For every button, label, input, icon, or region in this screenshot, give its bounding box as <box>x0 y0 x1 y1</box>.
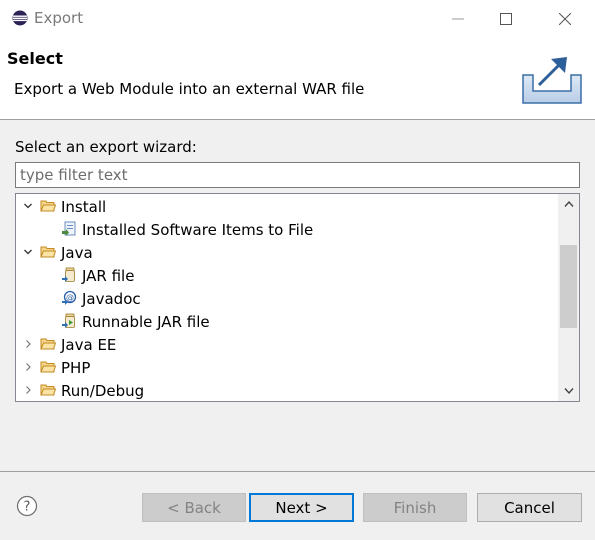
folder-icon <box>40 338 56 350</box>
svg-text:?: ? <box>24 500 31 515</box>
page-description: Export a Web Module into an external WAR… <box>14 80 365 98</box>
export-wizard-label: Select an export wizard: <box>15 138 197 156</box>
scroll-thumb[interactable] <box>560 245 577 328</box>
back-button[interactable]: < Back <box>142 493 246 522</box>
chevron-down-icon[interactable] <box>21 245 35 259</box>
scroll-down-button[interactable] <box>558 381 579 401</box>
chevron-right-icon[interactable] <box>21 383 35 397</box>
tree-item-java[interactable]: Java <box>16 241 556 264</box>
footer-separator <box>0 471 595 472</box>
eclipse-icon <box>12 10 28 26</box>
tree-scrollbar[interactable] <box>558 194 579 401</box>
tree-item-label: Runnable JAR file <box>82 312 210 331</box>
wizard-tree[interactable]: Install Installed Software Items to File… <box>15 193 580 402</box>
tree-item-install[interactable]: Install <box>16 195 556 218</box>
tree-item-label: Installed Software Items to File <box>82 220 314 239</box>
wizard-header: Select Export a Web Module into an exter… <box>0 37 595 120</box>
minimize-icon <box>452 18 464 19</box>
tree-item-runnable-jar[interactable]: Runnable JAR file <box>16 310 556 333</box>
jar-file-icon <box>62 267 75 282</box>
chevron-down-icon[interactable] <box>21 199 35 213</box>
filter-input[interactable] <box>15 162 580 188</box>
chevron-right-icon[interactable] <box>21 360 35 374</box>
help-icon[interactable]: ? <box>16 495 38 517</box>
runnable-jar-icon <box>62 313 75 328</box>
tree-item-javadoc[interactable]: @ Javadoc <box>16 287 556 310</box>
tree-item-label: JAR file <box>82 266 135 285</box>
folder-icon <box>40 361 56 373</box>
chevron-down-icon <box>563 388 574 395</box>
minimize-button[interactable] <box>438 0 478 37</box>
svg-text:@: @ <box>66 293 74 302</box>
tree-item-label: Install <box>61 197 107 216</box>
chevron-up-icon <box>563 200 574 207</box>
export-wizard-graphic <box>522 57 582 104</box>
close-icon <box>559 12 571 25</box>
folder-open-icon <box>40 200 56 212</box>
software-export-icon <box>62 221 76 236</box>
cancel-button[interactable]: Cancel <box>477 493 582 522</box>
maximize-icon <box>500 12 512 25</box>
page-title: Select <box>7 49 63 68</box>
folder-open-icon <box>40 246 56 258</box>
title-bar: Export <box>0 0 595 37</box>
close-button[interactable] <box>545 0 585 37</box>
folder-icon <box>40 384 56 396</box>
tree-item-label: Javadoc <box>82 289 141 308</box>
tree-item-php[interactable]: PHP <box>16 356 556 379</box>
window-title: Export <box>34 9 84 27</box>
tree-item-label: Java EE <box>61 335 117 354</box>
javadoc-icon: @ <box>62 290 77 305</box>
finish-button[interactable]: Finish <box>363 493 467 522</box>
tree-item-label: PHP <box>61 358 91 377</box>
scroll-up-button[interactable] <box>558 194 579 214</box>
chevron-right-icon[interactable] <box>21 337 35 351</box>
tree-item-jar-file[interactable]: JAR file <box>16 264 556 287</box>
maximize-button[interactable] <box>486 0 526 37</box>
tree-item-run-debug[interactable]: Run/Debug <box>16 379 556 401</box>
tree-item-label: Run/Debug <box>61 381 145 400</box>
tree-item-installed-software[interactable]: Installed Software Items to File <box>16 218 556 241</box>
tree-item-label: Java <box>61 243 93 262</box>
tree-item-java-ee[interactable]: Java EE <box>16 333 556 356</box>
next-button[interactable]: Next > <box>249 493 354 522</box>
